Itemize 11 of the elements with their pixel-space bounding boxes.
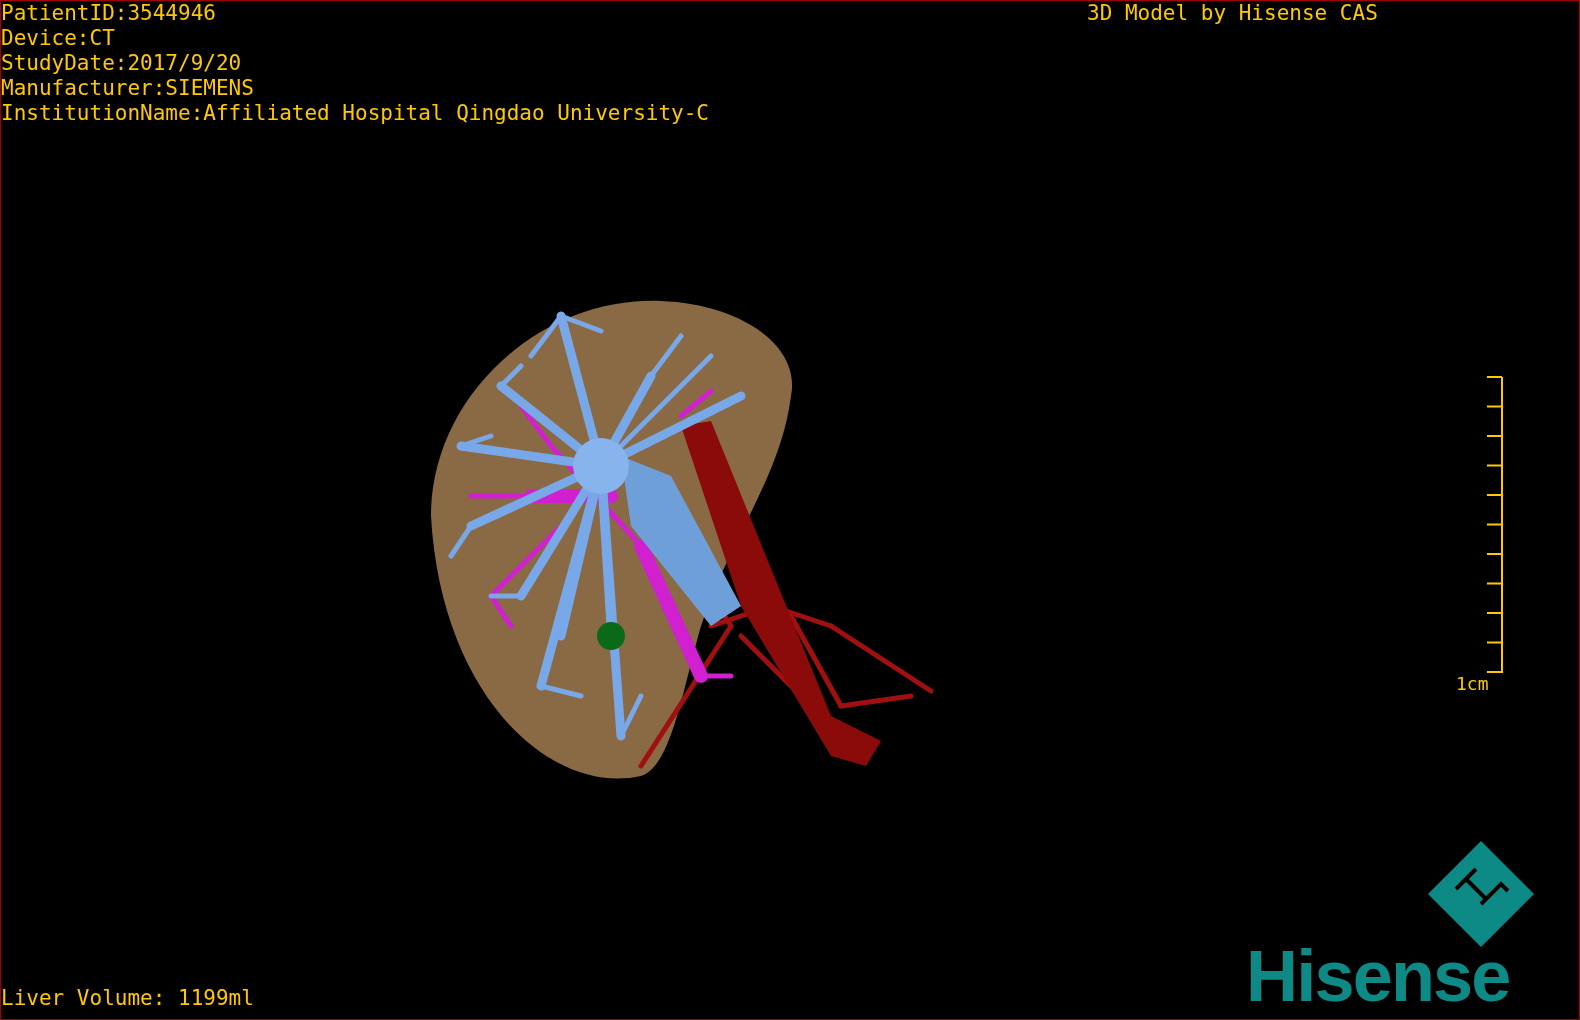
scale-bar-icon — [1486, 376, 1504, 674]
liver-volume-text: Liver Volume: 1199ml — [1, 986, 254, 1011]
study-info-text: Manufacturer:SIEMENS — [1, 76, 255, 101]
study-info-text: PatientID:3544946 — [1, 1, 217, 26]
logo-mark-icon — [1426, 839, 1536, 949]
scale-label: 1cm — [1456, 673, 1489, 695]
study-info-text: Device:CT — [1, 26, 116, 51]
study-info-text: StudyDate:2017/9/20 — [1, 51, 243, 76]
study-info-text: InstitutionName:Affiliated Hospital Qingdao University-C — [1, 101, 709, 126]
logo-wordmark: Hisense — [1246, 936, 1510, 1016]
model-credit-text: 3D Model by Hisense CAS — [1087, 1, 1378, 26]
